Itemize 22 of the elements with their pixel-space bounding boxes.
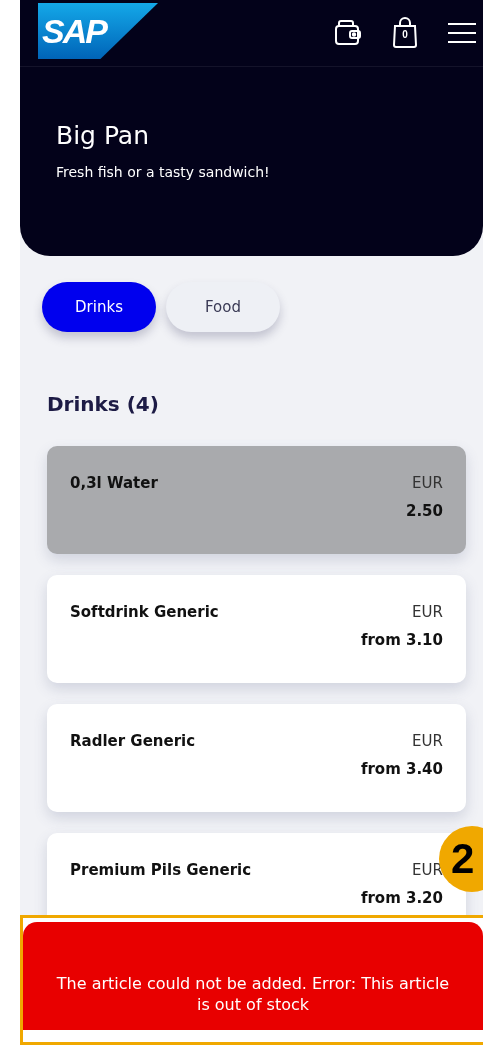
article-card[interactable]: Radler Generic EUR from 3.40 [47, 704, 466, 812]
article-name: 0,3l Water [70, 474, 158, 494]
section-title: Drinks (4) [46, 391, 160, 418]
article-name: Softdrink Generic [70, 603, 219, 623]
category-tab[interactable]: Food [166, 282, 280, 332]
logo[interactable]: SAP [38, 3, 158, 59]
article-price: from 3.40 [360, 760, 443, 778]
menu-icon[interactable] [447, 21, 477, 45]
article-name: Radler Generic [70, 732, 196, 752]
article-name: Premium Pils Generic [70, 861, 252, 881]
article-price: from 3.10 [360, 631, 443, 649]
currency: EUR [412, 603, 443, 621]
currency: EUR [412, 474, 443, 492]
currency: EUR [412, 732, 443, 750]
wallet-icon[interactable] [333, 18, 363, 48]
restaurant-title: Big Pan [56, 121, 151, 150]
article-price: from 3.20 [360, 889, 443, 907]
article-card[interactable]: Softdrink Generic EUR from 3.10 [47, 575, 466, 683]
article-price: 2.50 [406, 502, 443, 520]
error-toast: The article could not be added. Error: This article is out of stock [23, 922, 483, 1030]
category-tab[interactable]: Drinks [42, 282, 156, 332]
restaurant-subtitle: Fresh fish or a tasty sandwich! [56, 164, 271, 180]
